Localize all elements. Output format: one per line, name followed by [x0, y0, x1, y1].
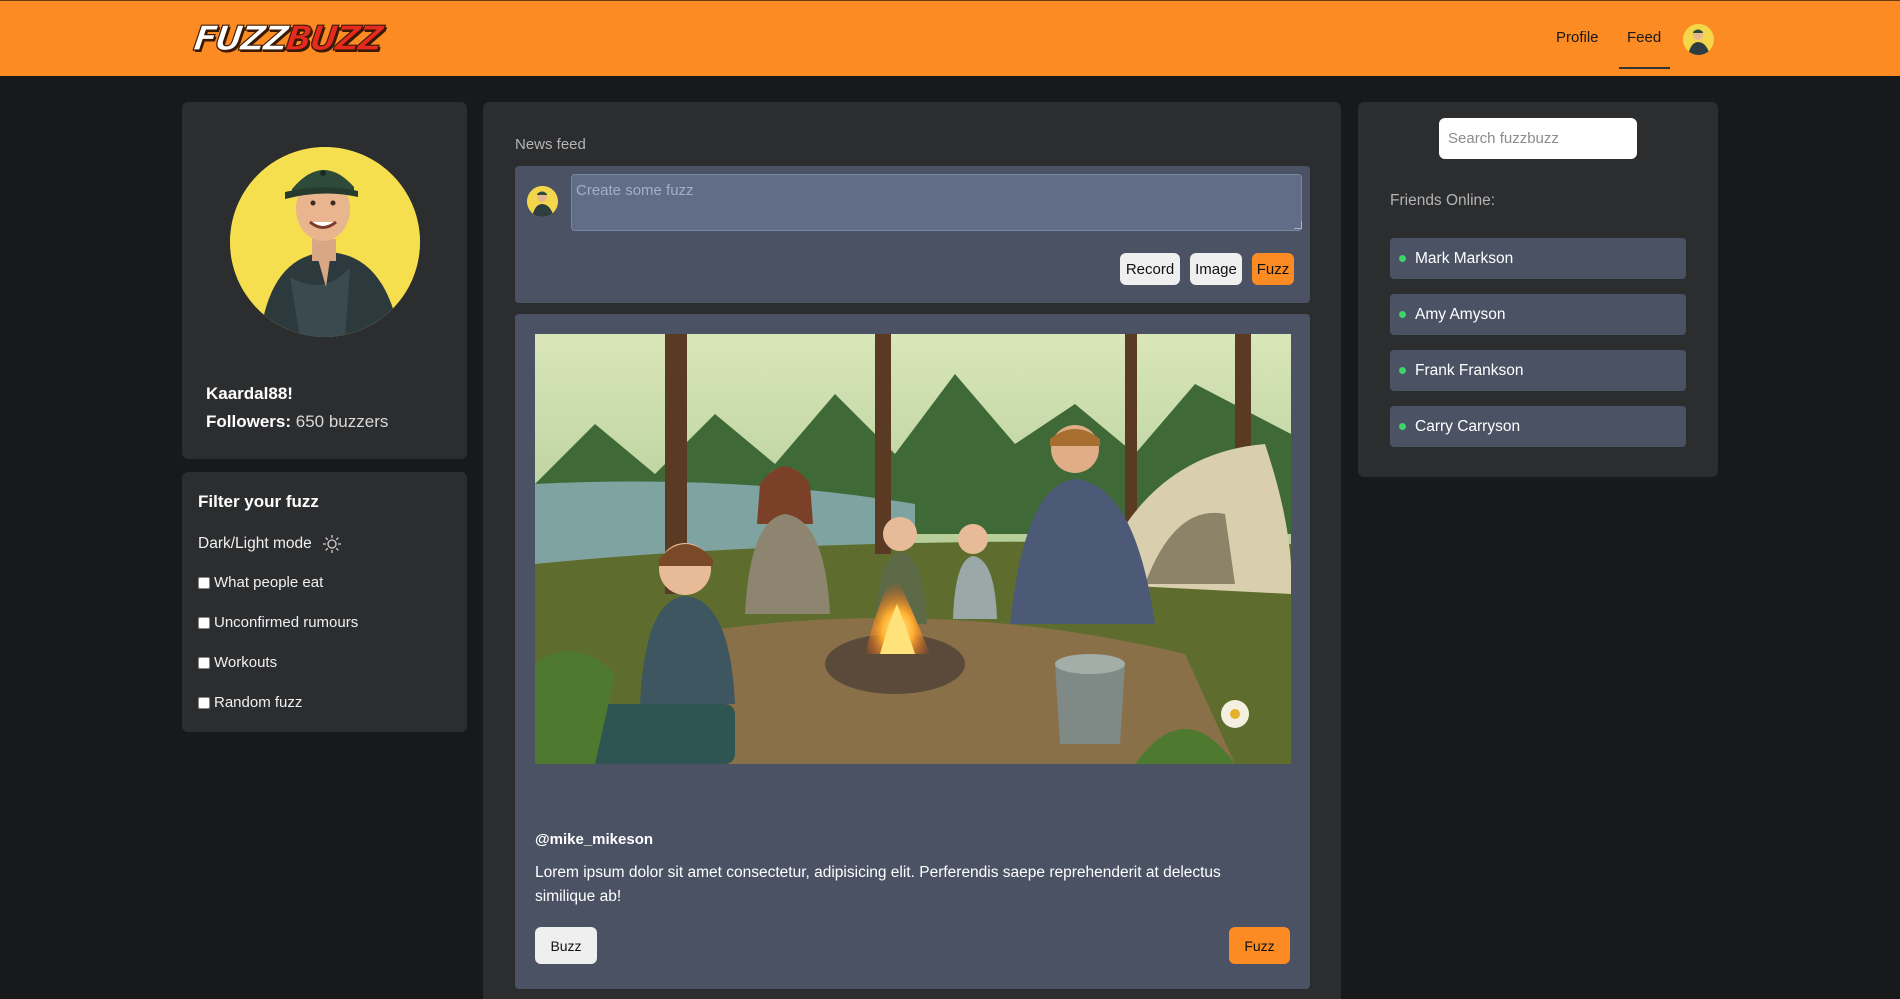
friend-name: Mark Markson [1415, 249, 1514, 267]
search-input[interactable] [1439, 118, 1637, 159]
followers-label: Followers: [206, 412, 292, 431]
online-status-dot [1399, 423, 1406, 430]
active-tab-indicator [1619, 67, 1670, 69]
composer-avatar-icon [527, 186, 558, 217]
fuzz-button[interactable]: Fuzz [1229, 927, 1290, 964]
filter-option-label: Workouts [214, 654, 278, 671]
resize-handle-icon[interactable] [1294, 221, 1302, 229]
online-status-dot [1399, 367, 1406, 374]
online-status-dot [1399, 255, 1406, 262]
profile-card: Kaardal88! Followers: 650 buzzers [182, 102, 467, 459]
post-author[interactable]: @mike_mikeson [535, 831, 653, 848]
friend-name: Frank Frankson [1415, 361, 1524, 379]
sun-icon[interactable] [322, 534, 342, 554]
fuzzbuzz-logo[interactable]: FUZZBUZZ [191, 18, 385, 59]
logo-fuzz-text: FUZZ [191, 18, 290, 59]
feed-post: @mike_mikeson Lorem ipsum dolor sit amet… [515, 314, 1310, 989]
nav-profile-link[interactable]: Profile [1556, 29, 1599, 46]
filter-option-label: Random fuzz [214, 694, 303, 711]
filter-option-label: What people eat [214, 574, 324, 591]
online-status-dot [1399, 311, 1406, 318]
friend-item-mark-markson[interactable]: Mark Markson [1390, 238, 1686, 279]
nav-feed-link[interactable]: Feed [1627, 29, 1661, 46]
create-fuzz-input[interactable] [571, 174, 1302, 231]
mode-label: Dark/Light mode [198, 535, 312, 552]
friend-name: Amy Amyson [1415, 305, 1506, 323]
filter-title: Filter your fuzz [198, 492, 319, 511]
news-feed-heading: News feed [515, 136, 586, 153]
record-button[interactable]: Record [1120, 253, 1180, 285]
followers-count: Followers: 650 buzzers [206, 412, 388, 432]
checkbox[interactable] [198, 696, 210, 709]
followers-value: 650 buzzers [295, 412, 389, 431]
top-navbar: FUZZBUZZ Profile Feed [0, 0, 1900, 76]
dark-light-mode-toggle[interactable]: Dark/Light mode [198, 534, 342, 554]
image-button[interactable]: Image [1190, 253, 1242, 285]
checkbox[interactable] [198, 576, 210, 589]
logo-buzz-text: BUZZ [283, 18, 385, 59]
news-feed-panel: News feed Record Image Fuzz [483, 102, 1341, 999]
family-campfire-photo [535, 334, 1291, 764]
profile-avatar [230, 147, 420, 337]
friend-item-frank-frankson[interactable]: Frank Frankson [1390, 350, 1686, 391]
checkbox[interactable] [198, 616, 210, 629]
filter-option-label: Unconfirmed rumours [214, 614, 359, 631]
user-avatar-icon[interactable] [1683, 24, 1714, 55]
filter-card: Filter your fuzz Dark/Light mode What pe… [182, 472, 467, 732]
filter-option-random-fuzz[interactable]: Random fuzz [198, 694, 302, 711]
filter-option-what-people-eat[interactable]: What people eat [198, 574, 323, 591]
friend-item-carry-carryson[interactable]: Carry Carryson [1390, 406, 1686, 447]
filter-option-unconfirmed-rumours[interactable]: Unconfirmed rumours [198, 614, 358, 631]
post-composer: Record Image Fuzz [515, 166, 1310, 303]
profile-username: Kaardal88! [206, 384, 293, 403]
friend-item-amy-amyson[interactable]: Amy Amyson [1390, 294, 1686, 335]
friends-sidebar: Friends Online: Mark Markson Amy Amyson … [1358, 102, 1718, 477]
filter-option-workouts[interactable]: Workouts [198, 654, 277, 671]
friends-online-heading: Friends Online: [1390, 192, 1496, 209]
checkbox[interactable] [198, 656, 210, 669]
post-body: Lorem ipsum dolor sit amet consectetur, … [535, 864, 1221, 905]
buzz-button[interactable]: Buzz [535, 927, 597, 964]
fuzz-submit-button[interactable]: Fuzz [1252, 253, 1294, 285]
friend-name: Carry Carryson [1415, 417, 1521, 435]
